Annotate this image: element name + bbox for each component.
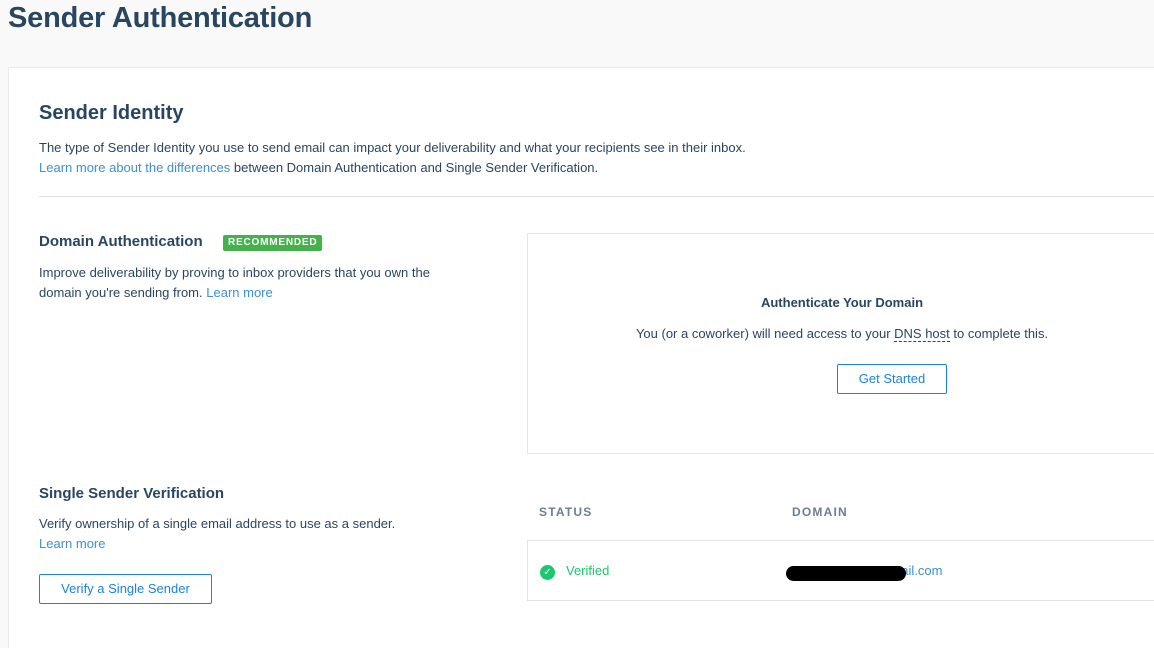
status-verified: Verified [566, 563, 610, 578]
single-sender-description: Verify ownership of a single email addre… [39, 514, 459, 554]
divider [39, 196, 1154, 197]
page-title: Sender Authentication [8, 2, 313, 34]
section-title: Sender Identity [39, 102, 184, 124]
authenticate-domain-text: You (or a coworker) will need access to … [528, 326, 1154, 342]
authenticate-domain-heading: Authenticate Your Domain [760, 295, 924, 310]
domain-learn-more-link[interactable]: Learn more [206, 285, 272, 300]
identity-learn-suffix: between Domain Authentication and Single… [230, 160, 599, 175]
identity-intro: The type of Sender Identity you use to s… [39, 138, 939, 178]
authenticate-domain-panel: Authenticate Your Domain You (or a cowor… [527, 233, 1154, 454]
single-learn-more-link[interactable]: Learn more [39, 536, 105, 551]
sender-identity-card: Sender Identity The type of Sender Ident… [8, 67, 1154, 648]
table-row: ✓ Verified nail.com [527, 540, 1154, 601]
domain-auth-description: Improve deliverability by proving to inb… [39, 263, 459, 303]
column-header-status: STATUS [539, 505, 593, 519]
auth-text-prefix: You (or a coworker) will need access to … [635, 326, 895, 341]
get-started-button[interactable]: Get Started [837, 364, 947, 394]
redaction-bar [786, 566, 906, 581]
domain-auth-title: Domain Authentication [39, 233, 203, 250]
recommended-badge: RECOMMENDED [223, 235, 323, 251]
single-sender-title: Single Sender Verification [39, 485, 225, 502]
learn-differences-link[interactable]: Learn more about the differences [39, 160, 230, 175]
identity-description: The type of Sender Identity you use to s… [39, 140, 746, 155]
column-header-domain: DOMAIN [792, 505, 848, 519]
single-sender-text: Verify ownership of a single email addre… [39, 516, 396, 531]
auth-text-suffix: to complete this. [949, 326, 1049, 341]
dns-host-tooltip[interactable]: DNS host [894, 326, 950, 342]
check-circle-icon: ✓ [540, 565, 555, 580]
verify-single-sender-button[interactable]: Verify a Single Sender [39, 574, 212, 604]
